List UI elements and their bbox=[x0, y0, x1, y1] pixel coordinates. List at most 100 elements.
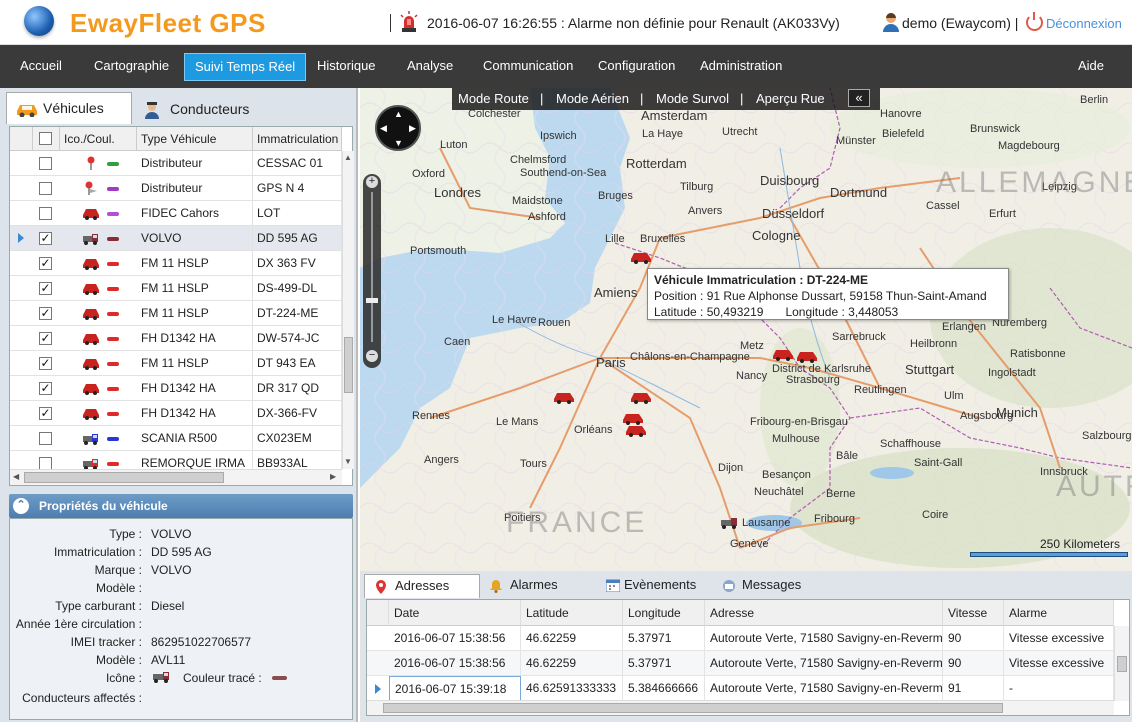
vertical-scrollbar[interactable]: ▲ ▼ bbox=[342, 151, 354, 469]
vehicle-row[interactable]: ✓ FM 11 HSLP DT 943 EA bbox=[10, 351, 342, 376]
scroll-left-arrow-icon[interactable]: ◀ bbox=[13, 472, 19, 481]
vehicle-checkbox[interactable]: ✓ bbox=[39, 307, 52, 320]
header-vitesse[interactable]: Vitesse bbox=[943, 600, 1004, 626]
select-all-checkbox[interactable] bbox=[39, 132, 52, 145]
nav-aide[interactable]: Aide bbox=[1068, 53, 1114, 81]
nav-accueil[interactable]: Accueil bbox=[10, 53, 72, 81]
mode-aerien-button[interactable]: Mode Aérien bbox=[556, 91, 629, 106]
vehicle-checkbox[interactable]: ✓ bbox=[39, 382, 52, 395]
nav-configuration[interactable]: Configuration bbox=[588, 53, 685, 81]
vehicle-checkbox[interactable] bbox=[39, 207, 52, 220]
alarm-siren-icon[interactable] bbox=[400, 11, 418, 33]
vehicle-checkbox[interactable]: ✓ bbox=[39, 357, 52, 370]
scroll-up-arrow-icon[interactable]: ▲ bbox=[344, 153, 352, 162]
properties-header[interactable]: ⌃ Propriétés du véhicule bbox=[9, 494, 353, 518]
pan-down-arrow-icon[interactable]: ▼ bbox=[394, 138, 403, 148]
vehicle-checkbox[interactable]: ✓ bbox=[39, 407, 52, 420]
vehicle-checkbox[interactable] bbox=[39, 157, 52, 170]
zoom-thumb[interactable] bbox=[366, 298, 378, 303]
map-canvas[interactable] bbox=[360, 88, 1132, 571]
vehicle-checkbox[interactable] bbox=[39, 432, 52, 445]
vehicle-marker-car-icon[interactable] bbox=[772, 347, 794, 361]
vehicle-row[interactable]: ✓ FM 11 HSLP DT-224-ME bbox=[10, 301, 342, 326]
header-date[interactable]: Date bbox=[389, 600, 521, 626]
vehicle-row[interactable]: Distributeur GPS N 4 bbox=[10, 176, 342, 201]
trace-color-swatch bbox=[107, 437, 119, 441]
pan-right-arrow-icon[interactable]: ▶ bbox=[409, 123, 416, 134]
zoom-track[interactable] bbox=[371, 192, 373, 342]
nav-suivi-temps-reel[interactable]: Suivi Temps Réel bbox=[184, 53, 307, 81]
vehicle-marker-car-icon[interactable] bbox=[625, 423, 647, 437]
apercu-rue-button[interactable]: Aperçu Rue bbox=[756, 91, 825, 106]
hscroll-thumb[interactable] bbox=[24, 472, 224, 483]
vehicle-row[interactable]: ✓ FM 11 HSLP DS-499-DL bbox=[10, 276, 342, 301]
vehicle-marker-car-icon[interactable] bbox=[796, 349, 818, 363]
map-city-label: Anvers bbox=[688, 205, 723, 217]
header-select-all[interactable] bbox=[33, 127, 60, 151]
pan-compass-control[interactable]: ▲ ▼ ◀ ▶ bbox=[375, 105, 421, 151]
nav-administration[interactable]: Administration bbox=[690, 53, 792, 81]
tab-messages[interactable]: Messages bbox=[712, 574, 822, 598]
vehicle-marker-car-icon[interactable] bbox=[630, 390, 652, 404]
header-type[interactable]: Type Véhicule bbox=[137, 127, 253, 151]
header-alarme[interactable]: Alarme bbox=[1004, 600, 1114, 626]
zoom-in-icon[interactable]: + bbox=[366, 176, 378, 188]
vehicle-checkbox[interactable]: ✓ bbox=[39, 232, 52, 245]
tab-alarmes[interactable]: Alarmes bbox=[480, 574, 590, 598]
zoom-out-icon[interactable]: − bbox=[366, 350, 378, 362]
vehicle-row[interactable]: ✓ FH D1342 HA DR 317 QD bbox=[10, 376, 342, 401]
vehicle-row[interactable]: ✓ FH D1342 HA DW-574-JC bbox=[10, 326, 342, 351]
collapse-up-icon[interactable]: ⌃ bbox=[13, 498, 29, 514]
scroll-right-arrow-icon[interactable]: ▶ bbox=[330, 472, 336, 481]
vehicle-marker-truck-icon[interactable] bbox=[720, 515, 740, 529]
tab-label: Evènements bbox=[624, 577, 697, 592]
map-city-label: Rennes bbox=[412, 410, 450, 422]
map-view[interactable]: Colchester Ipswich Chelmsford Southend-o… bbox=[360, 88, 1132, 571]
address-scroll-thumb[interactable] bbox=[1117, 656, 1127, 672]
address-vscroll[interactable] bbox=[1114, 626, 1129, 701]
pan-up-arrow-icon[interactable]: ▲ bbox=[394, 109, 403, 119]
vehicle-row[interactable]: ✓ FM 11 HSLP DX 363 FV bbox=[10, 251, 342, 276]
address-hscroll-thumb[interactable] bbox=[383, 703, 1003, 713]
address-hscroll[interactable] bbox=[367, 700, 1114, 715]
power-icon[interactable] bbox=[1026, 12, 1043, 31]
vehicle-row[interactable]: FIDEC Cahors LOT bbox=[10, 201, 342, 226]
header-adresse[interactable]: Adresse bbox=[705, 600, 943, 626]
vehicle-checkbox[interactable]: ✓ bbox=[39, 257, 52, 270]
horizontal-scrollbar[interactable]: ◀ ▶ bbox=[10, 469, 342, 485]
vehicle-marker-car-icon[interactable] bbox=[553, 390, 575, 404]
vehicle-row[interactable]: SCANIA R500 CX023EM bbox=[10, 426, 342, 451]
header-icon-color[interactable]: Ico./Coul. bbox=[60, 127, 137, 151]
mode-survol-button[interactable]: Mode Survol bbox=[656, 91, 729, 106]
vehicle-row[interactable]: ✓ VOLVO DD 595 AG bbox=[10, 226, 342, 251]
header-longitude[interactable]: Longitude bbox=[623, 600, 705, 626]
alarm-message[interactable]: 2016-06-07 16:26:55 : Alarme non définie… bbox=[427, 15, 840, 31]
nav-historique[interactable]: Historique bbox=[307, 53, 386, 81]
address-row[interactable]: 2016-06-07 15:39:18 46.62591333333 5.38466… bbox=[367, 676, 1114, 701]
address-row[interactable]: 2016-06-07 15:38:56 46.62259 5.37971 Autoro… bbox=[367, 651, 1114, 676]
logout-link[interactable]: Déconnexion bbox=[1046, 16, 1122, 31]
scroll-down-arrow-icon[interactable]: ▼ bbox=[344, 457, 352, 466]
pan-left-arrow-icon[interactable]: ◀ bbox=[380, 123, 387, 134]
header-latitude[interactable]: Latitude bbox=[521, 600, 623, 626]
mode-route-button[interactable]: Mode Route bbox=[458, 91, 529, 106]
address-row[interactable]: 2016-06-07 15:38:56 46.62259 5.37971 Autoro… bbox=[367, 626, 1114, 651]
vehicle-checkbox[interactable]: ✓ bbox=[39, 332, 52, 345]
nav-communication[interactable]: Communication bbox=[473, 53, 583, 81]
vehicle-marker-car-icon[interactable] bbox=[630, 250, 652, 264]
vehicle-checkbox[interactable]: ✓ bbox=[39, 282, 52, 295]
vehicle-row[interactable]: Distributeur CESSAC 01 bbox=[10, 151, 342, 176]
tab-vehicules[interactable]: Véhicules bbox=[6, 92, 132, 124]
vehicle-row[interactable]: ✓ FH D1342 HA DX-366-FV bbox=[10, 401, 342, 426]
zoom-slider[interactable]: + − bbox=[363, 174, 381, 368]
tab-conducteurs[interactable]: Conducteurs bbox=[134, 94, 284, 126]
nav-cartographie[interactable]: Cartographie bbox=[84, 53, 179, 81]
header-immat[interactable]: Immatriculation bbox=[253, 127, 342, 151]
tab-evenements[interactable]: Evènements bbox=[594, 574, 714, 598]
collapse-toolbar-button[interactable]: « bbox=[848, 89, 870, 107]
nav-analyse[interactable]: Analyse bbox=[397, 53, 463, 81]
scroll-thumb[interactable] bbox=[344, 337, 353, 393]
tab-adresses[interactable]: Adresses bbox=[364, 574, 480, 598]
map-city-label: Brunswick bbox=[970, 123, 1021, 135]
vehicle-checkbox[interactable] bbox=[39, 182, 52, 195]
